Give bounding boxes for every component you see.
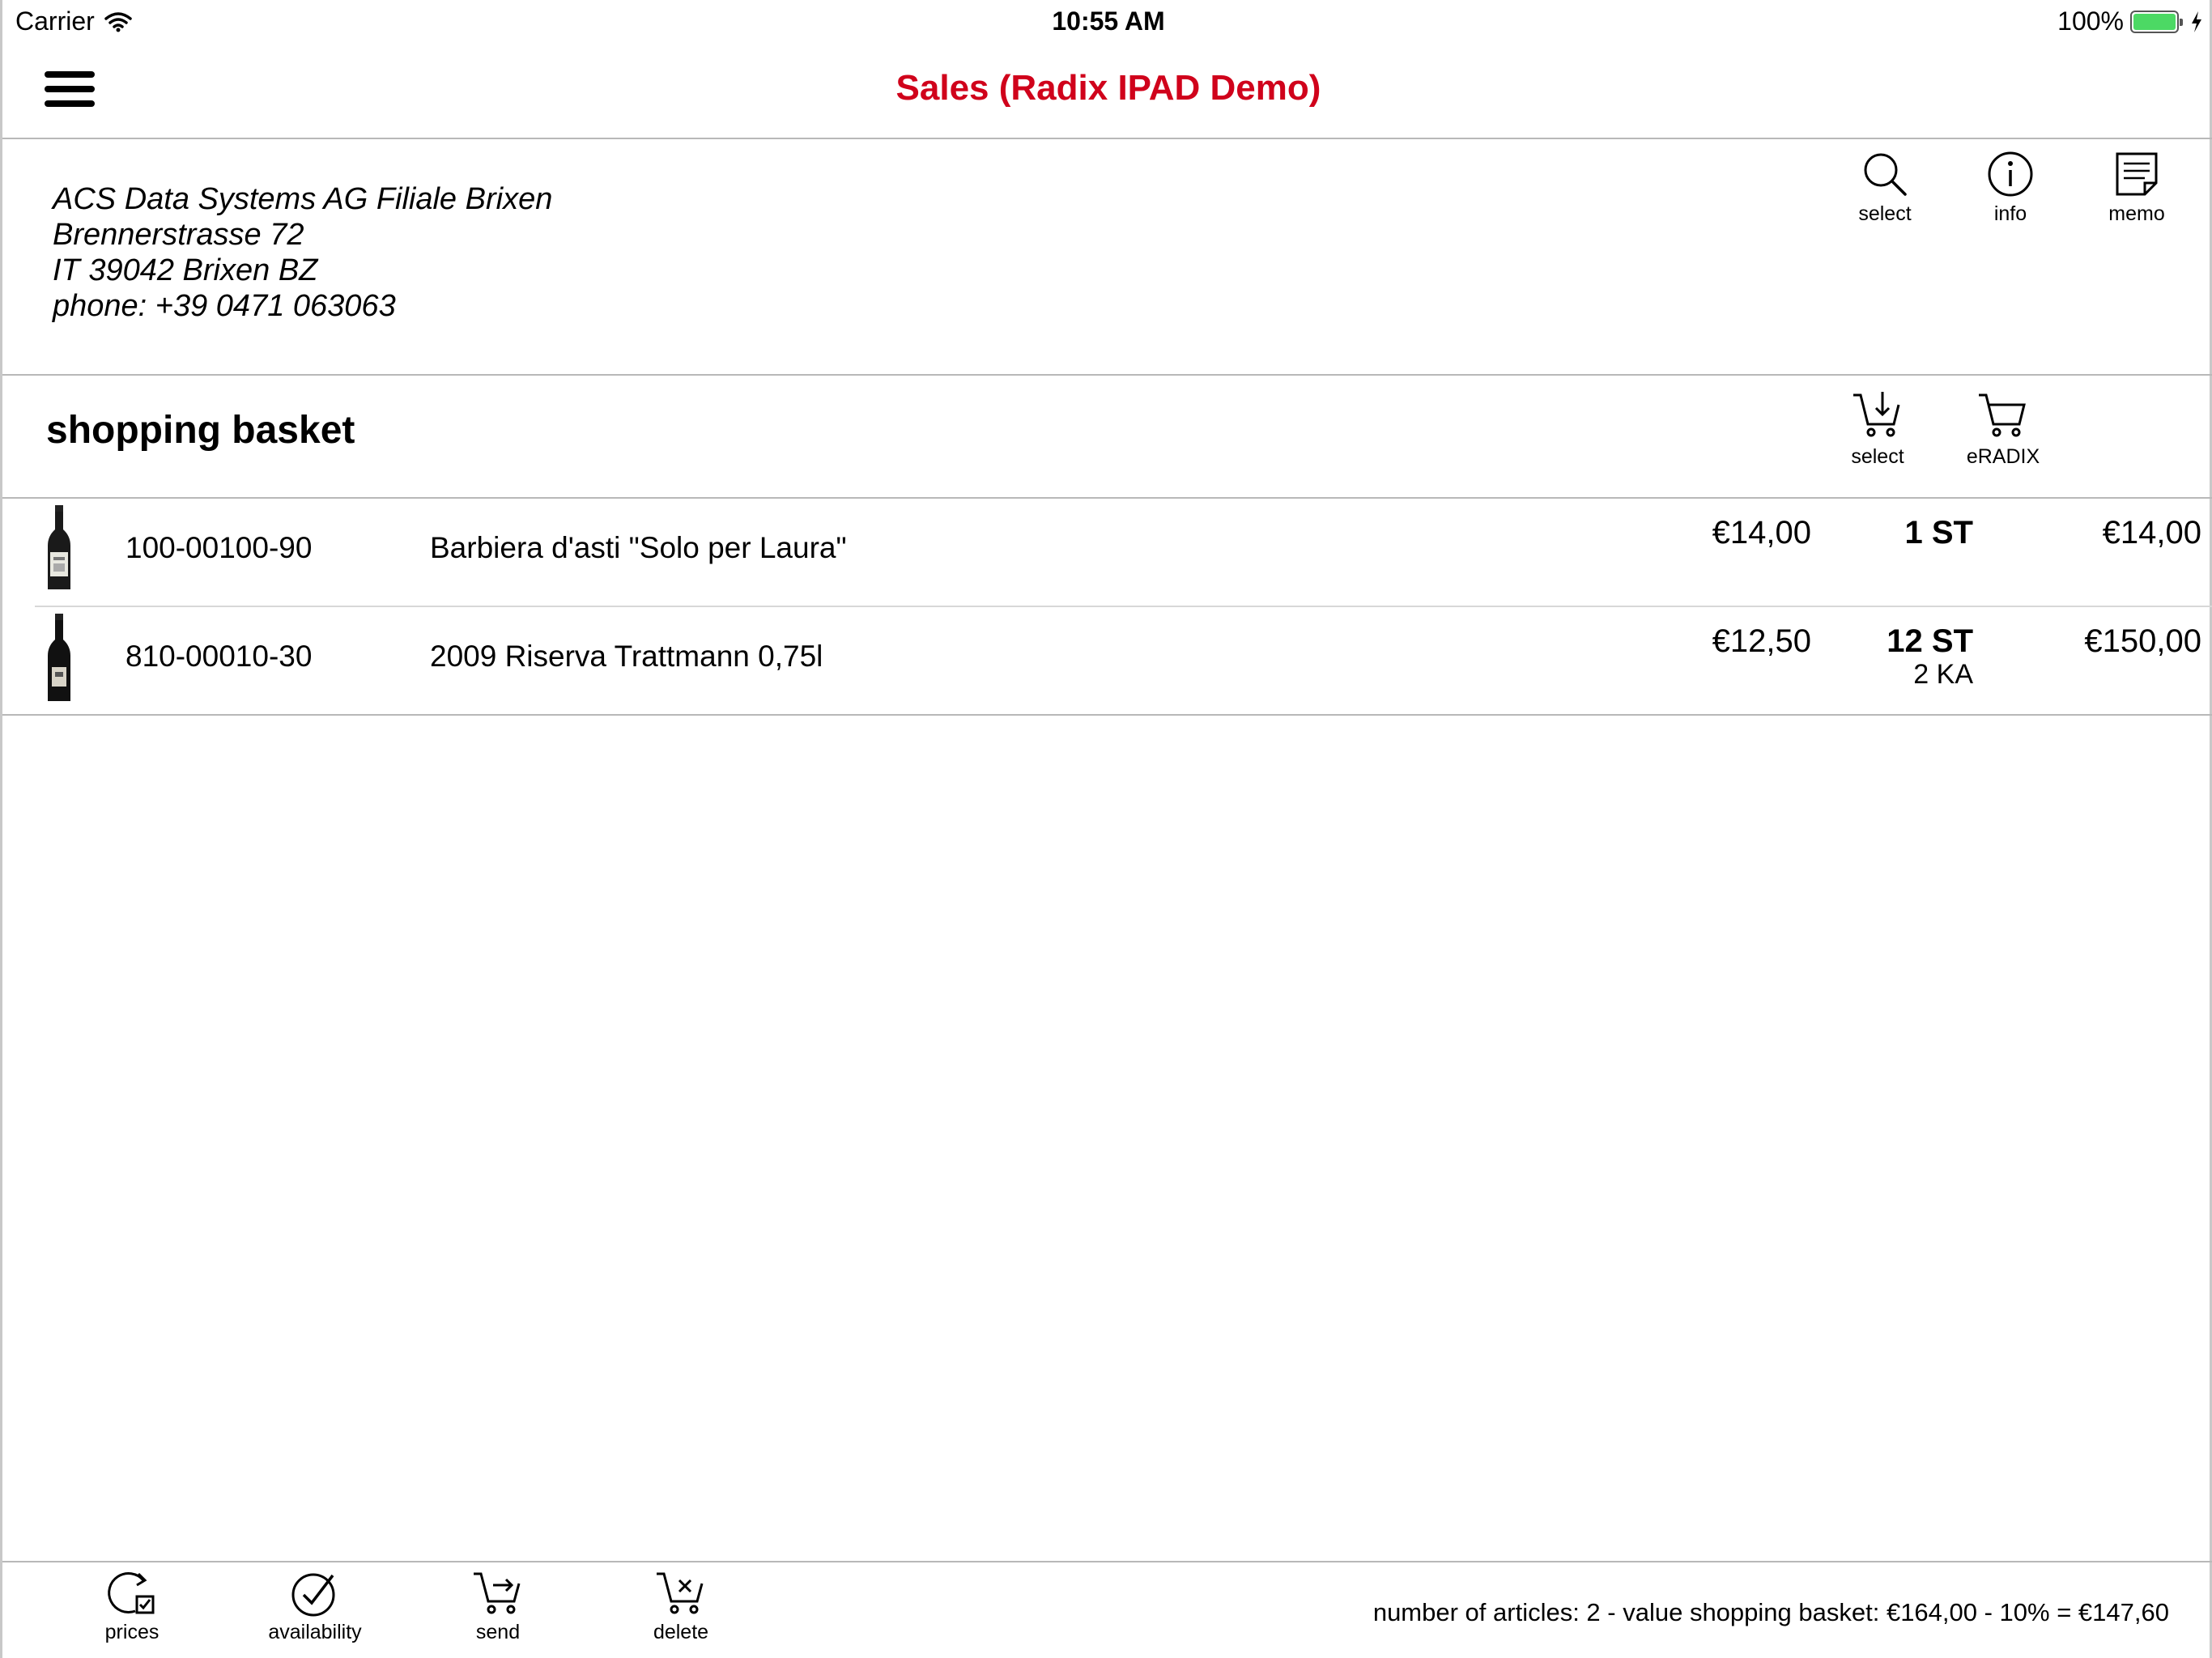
customer-select-label: select — [1858, 202, 1912, 225]
battery-level — [2133, 13, 2176, 30]
battery-percent: 100% — [2057, 6, 2124, 36]
status-time: 10:55 AM — [1052, 6, 1165, 36]
refresh-prices-icon — [108, 1572, 155, 1614]
send-label: send — [475, 1621, 521, 1643]
unit-price: €14,00 — [1712, 515, 1811, 551]
customer-info-button[interactable]: info — [1970, 151, 2051, 226]
unit-price: €12,50 — [1712, 623, 1811, 659]
customer-info-label: info — [1993, 202, 2027, 225]
customer-memo-label: memo — [2108, 202, 2165, 225]
line-total: €150,00 — [2084, 623, 2201, 659]
article-description: Barbiera d'asti "Solo per Laura" — [430, 531, 847, 564]
check-circle-icon — [291, 1573, 335, 1617]
package-quantity: 2 KA — [1913, 659, 1973, 690]
customer-name: ACS Data Systems AG Filiale Brixen — [53, 182, 553, 216]
wine-bottle-icon — [48, 614, 70, 701]
cart-download-icon — [1853, 392, 1900, 437]
info-icon — [1988, 151, 2033, 197]
bottom-toolbar: prices availability send delete number o… — [2, 1561, 2212, 1658]
customer-select-button[interactable]: select — [1840, 151, 1929, 226]
charging-bolt-icon — [2192, 11, 2201, 32]
basket-select-button[interactable]: select — [1837, 390, 1918, 469]
basket-select-label: select — [1851, 445, 1904, 468]
prices-label: prices — [104, 1621, 160, 1643]
basket-eradix-button[interactable]: eRADIX — [1959, 390, 2048, 469]
delete-label: delete — [653, 1621, 709, 1643]
search-icon — [1864, 153, 1907, 196]
customer-address: ACS Data Systems AG Filiale Brixen Brenn… — [53, 181, 552, 324]
memo-icon — [2116, 152, 2158, 196]
status-bar: Carrier 10:55 AM 100% — [2, 0, 2212, 45]
send-button[interactable]: send — [425, 1569, 571, 1644]
quantity: 12 ST — [1887, 623, 1973, 659]
wine-bottle-icon — [48, 505, 70, 589]
basket-eradix-label: eRADIX — [1966, 445, 2040, 468]
article-code: 100-00100-90 — [125, 531, 313, 564]
cart-icon — [1979, 393, 2026, 437]
basket-header: shopping basket select eRADIX — [2, 376, 2212, 499]
line-total: €14,00 — [2102, 515, 2201, 551]
battery-info: 100% — [2057, 6, 2203, 36]
availability-button[interactable]: availability — [242, 1569, 388, 1644]
article-code: 810-00010-30 — [125, 640, 313, 673]
cart-delete-icon — [657, 1572, 704, 1614]
article-description: 2009 Riserva Trattmann 0,75l — [430, 640, 823, 673]
customer-street: Brennerstrasse 72 — [53, 218, 304, 252]
prices-button[interactable]: prices — [59, 1569, 205, 1644]
customer-phone: phone: +39 0471 063063 — [53, 289, 396, 323]
basket-title: shopping basket — [46, 409, 355, 452]
basket-summary: number of articles: 2 - value shopping b… — [1372, 1598, 2169, 1626]
basket-row[interactable]: 810-00010-30 2009 Riserva Trattmann 0,75… — [2, 607, 2212, 716]
battery-icon — [2130, 10, 2183, 33]
customer-memo-button[interactable]: memo — [2096, 151, 2177, 226]
nav-bar: Sales (Radix IPAD Demo) — [2, 45, 2212, 139]
page-title: Sales (Radix IPAD Demo) — [895, 68, 1321, 108]
quantity: 1 ST — [1904, 515, 1973, 551]
customer-city: IT 39042 Brixen BZ — [53, 253, 318, 287]
basket-row[interactable]: 100-00100-90 Barbiera d'asti "Solo per L… — [35, 499, 2212, 607]
availability-label: availability — [268, 1621, 362, 1643]
delete-button[interactable]: delete — [608, 1569, 754, 1644]
customer-panel: ACS Data Systems AG Filiale Brixen Brenn… — [2, 139, 2212, 376]
cart-send-icon — [474, 1572, 521, 1614]
app-frame: Carrier 10:55 AM 100% Sales (Radix IPAD … — [0, 0, 2212, 1658]
